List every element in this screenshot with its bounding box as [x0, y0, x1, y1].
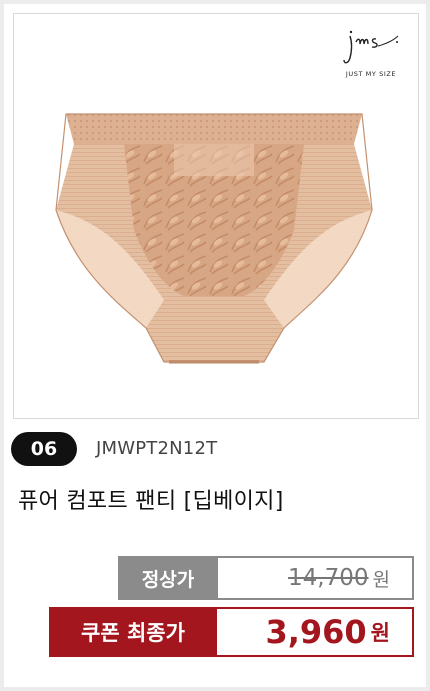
coupon-price-row[interactable]: 쿠폰 최종가 3,960 원	[49, 607, 414, 657]
regular-price-value: 14,700 원	[218, 556, 414, 600]
product-name[interactable]: 퓨어 컴포트 팬티 [딥베이지]	[18, 483, 284, 515]
brand-script-logo	[343, 30, 399, 64]
brand-tagline: JUST MY SIZE	[345, 70, 397, 78]
coupon-price-label: 쿠폰 최종가	[49, 607, 217, 657]
product-panty-image	[55, 113, 373, 364]
brand-logo: JUST MY SIZE	[336, 28, 406, 90]
coupon-price-value: 3,960 원	[217, 607, 414, 657]
regular-price-row: 정상가 14,700 원	[118, 556, 414, 600]
regular-price-unit: 원	[372, 568, 390, 591]
product-number-badge: 06	[11, 432, 77, 466]
product-code: JMWPT2N12T	[96, 438, 218, 459]
regular-price-amount: 14,700	[288, 565, 369, 591]
product-card[interactable]: JUST MY SIZE 06 JMWPT2N12T 퓨어 컴포트 팬티 [딥베…	[4, 4, 426, 687]
coupon-price-amount: 3,960	[265, 613, 367, 651]
regular-price-label: 정상가	[118, 556, 218, 600]
coupon-price-unit: 원	[370, 621, 390, 645]
product-image-frame[interactable]: JUST MY SIZE	[13, 13, 419, 419]
